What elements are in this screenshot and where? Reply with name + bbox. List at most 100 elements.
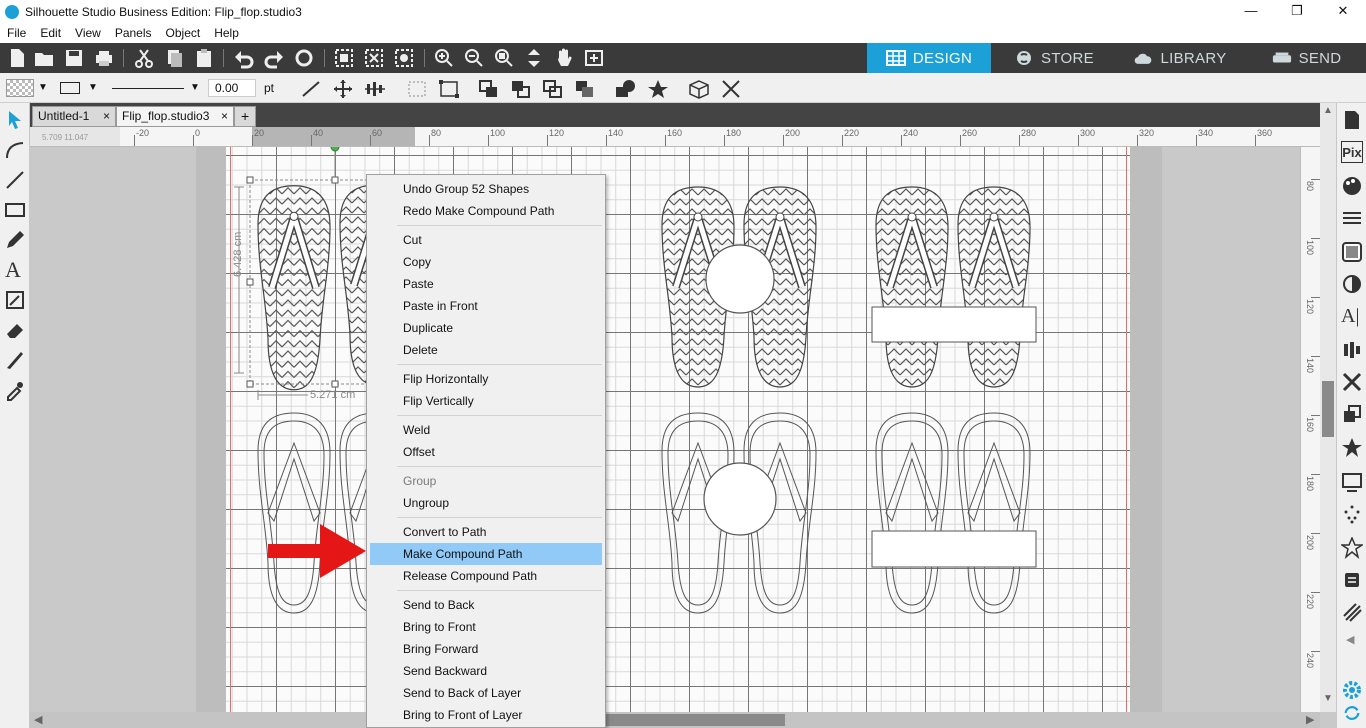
menu-item-send-to-back-of-layer[interactable]: Send to Back of Layer — [370, 682, 602, 704]
send-backward-icon[interactable] — [574, 79, 596, 99]
tab-library[interactable]: LIBRARY — [1117, 43, 1243, 73]
settings-gear-icon[interactable] — [1341, 679, 1363, 701]
menu-item-paste-in-front[interactable]: Paste in Front — [370, 295, 602, 317]
close-tab-icon[interactable]: × — [103, 107, 110, 126]
canvas-area[interactable]: 6.428 cm 5.271 cm — [30, 147, 1300, 712]
zoom-out-icon[interactable] — [463, 47, 485, 69]
zoom-select-icon[interactable] — [493, 47, 515, 69]
menu-item-undo-group-52-shapes[interactable]: Undo Group 52 Shapes — [370, 178, 602, 200]
tab-send[interactable]: SEND — [1247, 43, 1366, 73]
deselect-icon[interactable] — [363, 47, 385, 69]
modify-star-icon[interactable] — [1341, 437, 1363, 459]
paste-icon[interactable] — [193, 47, 215, 69]
text-style-icon[interactable]: A| — [1341, 305, 1363, 327]
menu-item-delete[interactable]: Delete — [370, 339, 602, 361]
vertical-scroll-thumb[interactable] — [1322, 381, 1334, 437]
undo-icon[interactable] — [233, 47, 255, 69]
tab-untitled-1[interactable]: Untitled-1 × — [32, 106, 116, 127]
fill-color-swatch[interactable] — [6, 79, 34, 97]
menu-file[interactable]: File — [7, 26, 26, 40]
menu-item-release-compound-path[interactable]: Release Compound Path — [370, 565, 602, 587]
select-by-color-icon[interactable] — [393, 47, 415, 69]
group-icon[interactable] — [406, 79, 428, 99]
eyedropper-tool-icon[interactable] — [4, 379, 26, 401]
line-type-preview[interactable] — [112, 88, 184, 89]
menu-item-send-backward[interactable]: Send Backward — [370, 660, 602, 682]
rectangle-tool-icon[interactable] — [4, 199, 26, 221]
sync-icon[interactable] — [1341, 703, 1363, 723]
ungroup-icon[interactable] — [438, 79, 460, 99]
chevron-down-icon[interactable]: ▼ — [38, 79, 48, 97]
fill-tool-icon[interactable] — [4, 289, 26, 311]
menu-item-send-to-back[interactable]: Send to Back — [370, 594, 602, 616]
pan-hand-icon[interactable] — [553, 47, 575, 69]
menu-item-bring-to-front-of-layer[interactable]: Bring to Front of Layer — [370, 704, 602, 726]
zoom-in-icon[interactable] — [433, 47, 455, 69]
redraw-icon[interactable] — [293, 47, 315, 69]
vertical-scrollbar[interactable]: ▲ ▼ — [1320, 103, 1336, 712]
transform-icon[interactable] — [1341, 371, 1363, 393]
menu-item-flip-horizontally[interactable]: Flip Horizontally — [370, 368, 602, 390]
flip-flop-artwork[interactable] — [30, 147, 1300, 712]
star-shape-icon[interactable] — [646, 79, 670, 99]
close-icon[interactable] — [720, 79, 742, 99]
replicate-icon[interactable] — [1341, 403, 1363, 425]
line-tool-icon[interactable] — [4, 169, 26, 191]
color-palette-icon[interactable] — [1341, 175, 1363, 197]
chevron-down-icon[interactable]: ▼ — [190, 79, 200, 97]
3d-box-icon[interactable] — [686, 79, 712, 99]
menu-item-flip-vertically[interactable]: Flip Vertically — [370, 390, 602, 412]
redo-icon[interactable] — [263, 47, 285, 69]
eraser-tool-icon[interactable] — [4, 319, 26, 341]
align-panel-icon[interactable] — [1341, 339, 1363, 361]
minimize-button[interactable]: — — [1228, 0, 1274, 23]
offset-dots-icon[interactable] — [1341, 503, 1363, 525]
library-star-icon[interactable] — [1341, 537, 1363, 559]
maximize-button[interactable]: ❐ — [1274, 0, 1320, 23]
open-folder-icon[interactable] — [33, 47, 55, 69]
zoom-to-fit-icon[interactable] — [583, 47, 605, 69]
menu-item-offset[interactable]: Offset — [370, 441, 602, 463]
menu-item-ungroup[interactable]: Ungroup — [370, 492, 602, 514]
menu-panels[interactable]: Panels — [115, 26, 152, 40]
new-file-icon[interactable] — [6, 47, 28, 69]
sketch-icon[interactable] — [1341, 601, 1363, 623]
menu-item-copy[interactable]: Copy — [370, 251, 602, 273]
tab-store[interactable]: STORE — [993, 43, 1115, 73]
menu-item-cut[interactable]: Cut — [370, 229, 602, 251]
cut-icon[interactable] — [133, 47, 155, 69]
menu-item-paste[interactable]: Paste — [370, 273, 602, 295]
select-arrow-icon[interactable] — [4, 109, 26, 131]
menu-item-weld[interactable]: Weld — [370, 419, 602, 441]
select-all-icon[interactable] — [333, 47, 355, 69]
menu-item-bring-to-front[interactable]: Bring to Front — [370, 616, 602, 638]
save-icon[interactable] — [63, 47, 85, 69]
close-tab-icon[interactable]: × — [221, 107, 228, 126]
scroll-left-icon[interactable]: ◀ — [34, 713, 42, 726]
trace-icon[interactable] — [1341, 471, 1363, 493]
line-width-input[interactable]: 0.00 — [208, 79, 256, 97]
align-icon[interactable] — [364, 79, 386, 99]
weld-icon[interactable] — [614, 79, 638, 99]
scroll-down-icon[interactable]: ▼ — [1323, 693, 1333, 704]
scroll-up-icon[interactable]: ▲ — [1323, 105, 1333, 116]
new-tab-button[interactable]: + — [234, 106, 256, 127]
pixscan-icon[interactable]: Pix — [1341, 141, 1363, 163]
edit-points-icon[interactable] — [4, 139, 26, 161]
menu-item-redo-make-compound-path[interactable]: Redo Make Compound Path — [370, 200, 602, 222]
tab-flip-flop[interactable]: Flip_flop.studio3 × — [116, 106, 234, 127]
close-button[interactable]: ✕ — [1320, 0, 1366, 23]
horizontal-scrollbar[interactable]: ◀ ▶ — [30, 712, 1320, 728]
bring-forward-icon[interactable] — [542, 79, 564, 99]
menu-view[interactable]: View — [75, 26, 101, 40]
chevron-down-icon[interactable]: ▼ — [88, 79, 98, 97]
menu-item-bring-forward[interactable]: Bring Forward — [370, 638, 602, 660]
line-style-swatch[interactable] — [60, 82, 80, 94]
line-tool-icon[interactable] — [300, 79, 322, 99]
fit-to-page-icon[interactable] — [523, 47, 545, 69]
menu-object[interactable]: Object — [166, 26, 201, 40]
collapse-panel-icon[interactable]: ◀ — [1346, 633, 1354, 646]
menu-help[interactable]: Help — [214, 26, 239, 40]
menu-edit[interactable]: Edit — [40, 26, 61, 40]
text-tool-icon[interactable]: A — [5, 257, 21, 283]
